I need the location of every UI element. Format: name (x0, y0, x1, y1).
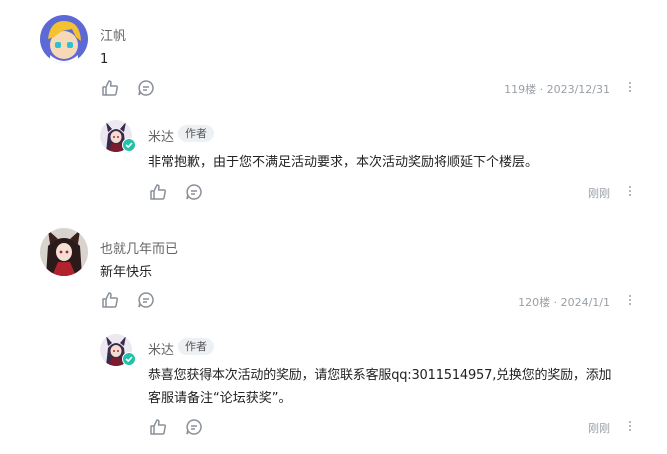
comment-bubble-icon[interactable] (136, 290, 156, 310)
reply-content-line-2: 客服请备注“论坛获奖”。 (148, 391, 292, 406)
comment-username[interactable]: 江帆 (100, 25, 126, 44)
reply-actions (148, 417, 228, 437)
author-badge: 作者 (178, 338, 214, 355)
verified-check-icon (122, 138, 136, 152)
reply-time: 刚刚 (588, 422, 610, 435)
thumbs-up-icon[interactable] (148, 182, 168, 202)
avatar-jiangfan[interactable] (40, 15, 88, 63)
reply-content-line-1: 恭喜您获得本次活动的奖励，请您联系客服qq:3011514957,兑换您的奖励，… (148, 368, 612, 383)
meta-separator: · (553, 296, 558, 309)
comment-date: 2023/12/31 (546, 83, 610, 96)
thumbs-up-icon[interactable] (100, 290, 120, 310)
comment-meta: 119楼 · 2023/12/31 (504, 81, 610, 97)
meta-separator: · (539, 83, 544, 96)
reply-actions (148, 182, 228, 202)
comment-meta: 120楼 · 2024/1/1 (518, 294, 610, 310)
thumbs-up-icon[interactable] (148, 417, 168, 437)
comment-date: 2024/1/1 (560, 296, 610, 309)
author-badge: 作者 (178, 125, 214, 142)
floor-number: 120楼 (518, 296, 551, 309)
comment-bubble-icon[interactable] (184, 182, 204, 202)
comment-bubble-icon[interactable] (136, 78, 156, 98)
reply-username[interactable]: 米达 (148, 339, 174, 358)
comment-actions (100, 290, 180, 310)
more-vertical-icon[interactable] (625, 293, 635, 307)
comment-content: 1 (100, 52, 109, 67)
floor-number: 119楼 (504, 83, 537, 96)
more-vertical-icon[interactable] (625, 419, 635, 433)
thumbs-up-icon[interactable] (100, 78, 120, 98)
comment-actions (100, 78, 180, 98)
reply-username[interactable]: 米达 (148, 126, 174, 145)
verified-check-icon (122, 352, 136, 366)
reply-time: 刚刚 (588, 187, 610, 200)
comment-username[interactable]: 也就几年而已 (100, 238, 178, 257)
avatar-yejiu[interactable] (40, 228, 88, 276)
more-vertical-icon[interactable] (625, 80, 635, 94)
comment-bubble-icon[interactable] (184, 417, 204, 437)
reply-content: 非常抱歉，由于您不满足活动要求，本次活动奖励将顺延下个楼层。 (148, 155, 539, 170)
more-vertical-icon[interactable] (625, 184, 635, 198)
comment-content: 新年快乐 (100, 265, 153, 280)
